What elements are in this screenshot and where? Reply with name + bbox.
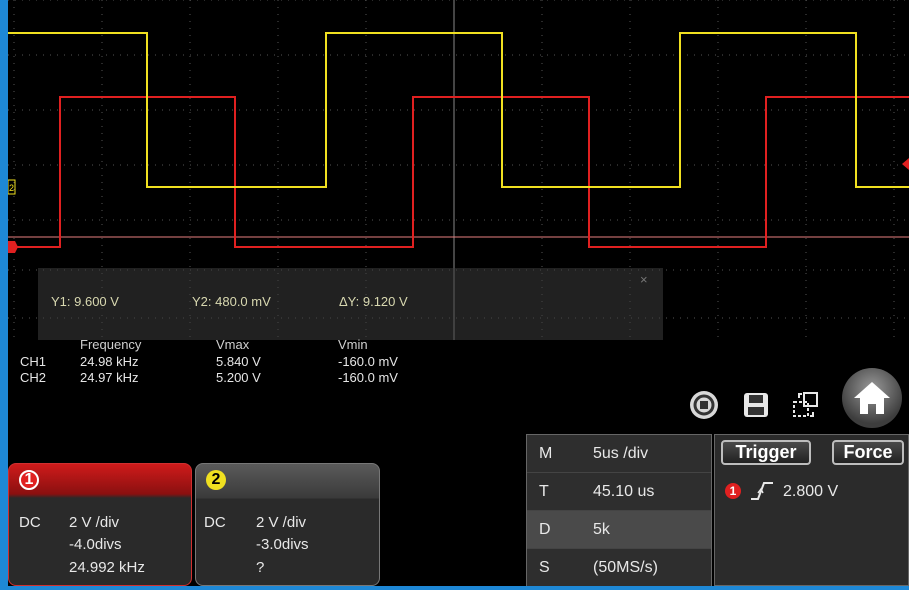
meas-row-ch1-vmax: 5.840 V	[216, 354, 261, 369]
ch1-waveform	[8, 96, 909, 248]
trigger-level-marker[interactable]	[902, 158, 909, 170]
meas-header-vmax: Vmax	[216, 337, 250, 352]
ch2-waveform	[8, 32, 909, 188]
ch2-offset: -3.0divs	[256, 536, 309, 553]
ch2-marker-label: 2	[9, 183, 14, 193]
timebase-value-m: 5us /div	[593, 445, 649, 462]
meas-header-vmin: Vmin	[338, 337, 368, 352]
ch1-ground-marker[interactable]	[8, 241, 18, 253]
ch1-coupling: DC	[19, 514, 41, 531]
trigger-button[interactable]: Trigger	[721, 440, 811, 465]
timebase-row-t[interactable]: T 45.10 us	[527, 473, 711, 511]
home-icon	[854, 382, 890, 414]
auto-set-button[interactable]	[684, 385, 724, 425]
meas-row-ch2-vmin: -160.0 mV	[338, 370, 398, 385]
window-button[interactable]	[786, 385, 826, 425]
meas-header-frequency: Frequency	[80, 337, 142, 352]
save-icon	[744, 393, 768, 417]
cursor-delta-value: ΔY: 9.120 V	[339, 294, 408, 309]
ch2-coupling: DC	[204, 514, 226, 531]
meas-row-ch1-vmin: -160.0 mV	[338, 354, 398, 369]
window-icon	[793, 392, 818, 417]
auto-set-icon	[690, 391, 718, 419]
ch1-frequency: 24.992 kHz	[69, 559, 145, 576]
force-button[interactable]: Force	[832, 440, 904, 465]
meas-row-ch1-frequency: 24.98 kHz	[80, 354, 139, 369]
timebase-value-s: (50MS/s)	[593, 559, 658, 576]
ch1-scale: 2 V /div	[69, 514, 120, 531]
timebase-key-t: T	[539, 483, 549, 500]
ch1-panel[interactable]: 1 DC 2 V /div -4.0divs 24.992 kHz	[8, 463, 192, 586]
meas-row-ch2-frequency: 24.97 kHz	[80, 370, 139, 385]
timebase-key-s: S	[539, 559, 550, 576]
meas-row-ch2-vmax: 5.200 V	[216, 370, 261, 385]
timebase-row-d[interactable]: D 5k	[527, 511, 711, 549]
meas-row-ch1-label: CH1	[20, 354, 47, 369]
timebase-row-m[interactable]: M 5us /div	[527, 435, 711, 473]
trigger-level: 2.800 V	[783, 483, 839, 500]
rising-edge-icon	[751, 482, 773, 500]
timebase-key-m: M	[539, 445, 553, 462]
ch1-badge: 1	[19, 470, 39, 490]
ch2-badge: 2	[206, 470, 226, 490]
timebase-key-d: D	[539, 521, 551, 538]
trigger-panel: Trigger Force 1 2.800 V	[714, 434, 909, 586]
meas-row-ch2-label: CH2	[20, 370, 47, 385]
close-icon[interactable]: ×	[640, 272, 648, 287]
ch2-info: ?	[256, 559, 265, 576]
timebase-row-s[interactable]: S (50MS/s)	[527, 549, 711, 586]
scope-screen[interactable]: 2 × Y1: 9.600 V Y2: 480.0 mV ΔY: 9.120 V…	[8, 0, 909, 586]
ch2-scale: 2 V /div	[256, 514, 307, 531]
home-button[interactable]	[842, 368, 902, 428]
save-button[interactable]	[736, 385, 776, 425]
timebase-value-t: 45.10 us	[593, 483, 655, 500]
cursor-y2-value: Y2: 480.0 mV	[192, 294, 271, 309]
timebase-panel: M 5us /div T 45.10 us D 5k S (50MS/s)	[526, 434, 712, 586]
timebase-value-d: 5k	[593, 521, 610, 538]
cursor-y1-value: Y1: 9.600 V	[51, 294, 119, 309]
ch1-offset: -4.0divs	[69, 536, 122, 553]
ch2-panel[interactable]: 2 DC 2 V /div -3.0divs ?	[195, 463, 380, 586]
trigger-source-badge: 1	[725, 483, 741, 499]
